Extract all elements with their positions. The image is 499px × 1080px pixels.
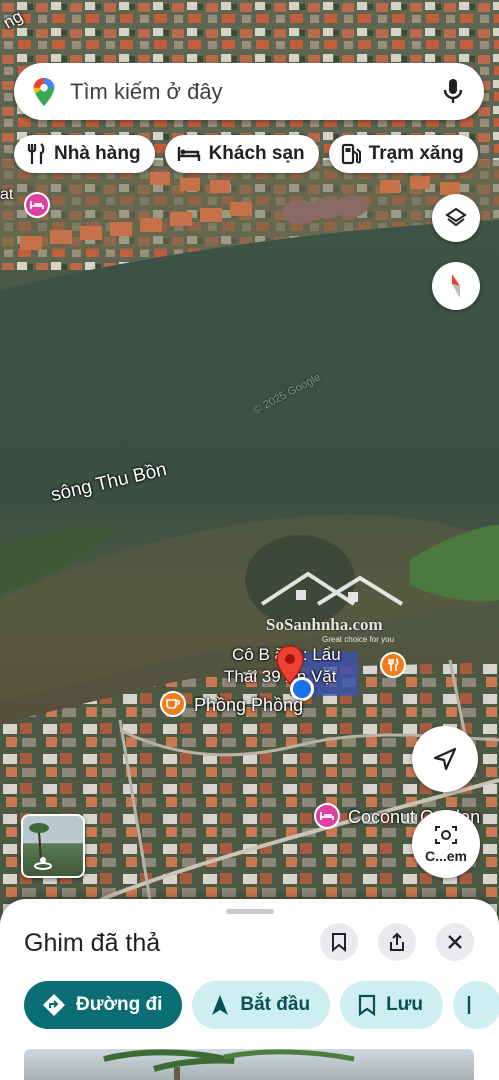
more-action-icon — [467, 996, 471, 1014]
lens-button[interactable]: C...em — [412, 810, 480, 878]
start-label: Bắt đầu — [240, 994, 311, 1015]
share-icon — [390, 932, 404, 951]
share-button[interactable] — [378, 923, 416, 961]
compass-button[interactable] — [432, 262, 480, 310]
layers-button[interactable] — [432, 194, 480, 242]
compass-icon — [452, 274, 460, 298]
save-label: Lưu — [386, 994, 424, 1015]
chip-label: Khách sạn — [208, 143, 305, 164]
my-location-button[interactable] — [412, 726, 478, 792]
watermark-brand: SoSanhnha.com — [266, 615, 383, 634]
cafe-poi-icon[interactable] — [160, 691, 186, 717]
search-input[interactable]: Tìm kiếm ở đây — [70, 79, 442, 105]
navigation-arrow-icon — [433, 747, 457, 771]
place-photo-image — [103, 1049, 355, 1080]
place-photo[interactable] — [24, 1049, 474, 1080]
search-bar[interactable]: Tìm kiếm ở đây — [14, 63, 484, 120]
chip-gas-stations[interactable]: Trạm xăng — [328, 135, 478, 173]
street-view-thumbnail[interactable] — [21, 814, 85, 878]
left-hotel-poi-icon[interactable] — [24, 192, 50, 218]
directions-icon — [43, 994, 65, 1016]
camera-search-icon — [435, 826, 457, 844]
bookmark-icon — [358, 994, 376, 1016]
maps-logo-icon — [33, 77, 55, 106]
watermark: SoSanhnha.com Great choice for you — [256, 568, 406, 644]
watermark-house-icon — [260, 571, 404, 606]
microphone-icon[interactable] — [442, 77, 464, 107]
directions-label: Đường đi — [76, 994, 163, 1015]
save-button[interactable]: Lưu — [340, 981, 444, 1029]
restaurant-poi-icon[interactable] — [380, 652, 406, 678]
chip-restaurants[interactable]: Nhà hàng — [14, 135, 155, 173]
restaurant-icon — [27, 143, 45, 164]
street-view-icon — [29, 823, 52, 870]
start-button[interactable]: Bắt đầu — [192, 981, 331, 1029]
close-button[interactable] — [436, 923, 474, 961]
chip-label: Nhà hàng — [54, 143, 141, 164]
sheet-title: Ghim đã thả — [24, 929, 161, 957]
chip-hotels[interactable]: Khách sạn — [164, 135, 319, 173]
chip-label: Trạm xăng — [368, 143, 464, 164]
save-bookmark-button[interactable] — [320, 923, 358, 961]
bottom-sheet[interactable]: Ghim đã thả Đường đi Bắt đầu Lưu — [0, 899, 499, 1080]
place-label-cafe[interactable]: Phồng Phồng — [194, 695, 303, 716]
action-buttons: Đường đi Bắt đầu Lưu — [24, 981, 499, 1029]
place-label-left-edge[interactable]: at — [0, 186, 13, 204]
hotel-poi-icon[interactable] — [314, 803, 340, 829]
hotel-icon — [177, 147, 200, 161]
watermark-tagline: Great choice for you — [322, 635, 395, 644]
category-chips: Nhà hàng Khách sạn Trạm xăng — [14, 135, 478, 173]
drag-handle[interactable] — [226, 909, 274, 914]
layers-icon — [445, 207, 467, 227]
close-icon — [448, 935, 462, 949]
gas-station-icon — [341, 143, 361, 165]
directions-button[interactable]: Đường đi — [24, 981, 183, 1029]
lens-button-label: C...em — [424, 848, 467, 864]
bookmark-icon — [332, 933, 346, 952]
more-action-button[interactable] — [453, 981, 499, 1029]
navigation-arrow-icon — [212, 995, 229, 1015]
